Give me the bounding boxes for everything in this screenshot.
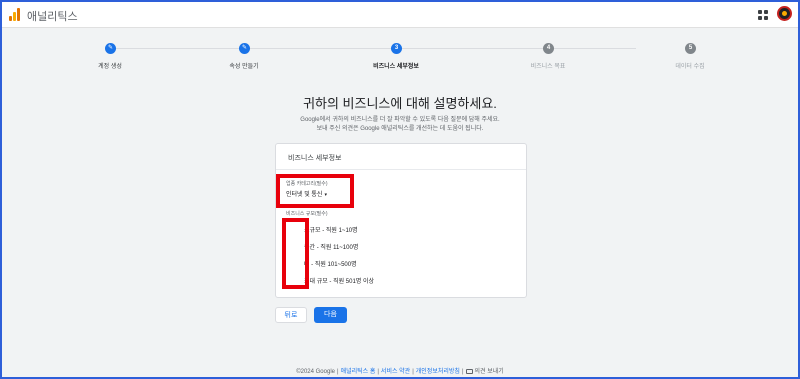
step-4-icon: 4 — [543, 43, 554, 54]
business-size-label: 비즈니스 규모(필수) — [286, 211, 328, 217]
footer-home-link[interactable]: 애널리틱스 홈 — [341, 369, 376, 375]
footer-copyright: ©2024 Google — [296, 369, 335, 375]
business-details-card: 비즈니스 세부정보 업종 카테고리(필수) 인터넷 및 통신 ▾ 비즈니스 규모(… — [275, 143, 527, 298]
top-bar: 애널리틱스 — [2, 2, 798, 28]
page-description-line-2: 보내 주신 의견은 Google 애널리틱스를 개선하는 데 도움이 됩니다. — [316, 126, 484, 132]
footer: ©2024 Google | 애널리틱스 홈 | 서비스 약관 | 개인정보처리방침 | 의견 … — [2, 366, 798, 375]
step-5-icon: 5 — [685, 43, 696, 54]
apps-grid-icon[interactable] — [758, 10, 768, 20]
step-4-label: 비즈니스 목표 — [530, 64, 566, 70]
footer-separator: | — [337, 369, 339, 375]
business-size-option-label: 최대 규모 - 직원 501명 이상 — [304, 279, 375, 285]
industry-highlight-box — [276, 174, 354, 208]
footer-terms-link[interactable]: 서비스 약관 — [381, 369, 410, 375]
footer-separator: | — [412, 369, 414, 375]
step-5-label: 데이터 수집 — [675, 64, 705, 70]
step-3-icon[interactable]: 3 — [391, 43, 402, 54]
business-size-option-label: 소규모 - 직원 1~10명 — [304, 228, 358, 234]
app-frame: 애널리틱스 ✎ 계정 생성 ✎ 속성 만들기 3 비즈니스 세부정보 4 비즈니… — [2, 2, 798, 377]
step-2-icon[interactable]: ✎ — [239, 43, 250, 54]
step-1-label: 계정 생성 — [98, 64, 122, 70]
footer-privacy-link[interactable]: 개인정보처리방침 — [416, 369, 460, 375]
avatar[interactable] — [777, 6, 792, 21]
business-size-option-label: 대 - 직원 101~500명 — [304, 262, 357, 268]
stepper-line — [111, 48, 636, 49]
card-divider — [276, 169, 526, 170]
radio-highlight-box — [282, 218, 309, 289]
step-2-label: 속성 만들기 — [229, 64, 259, 70]
page-description-line-1: Google에서 귀하의 비즈니스를 더 잘 파악할 수 있도록 다음 질문에 … — [300, 117, 500, 123]
app-title: 애널리틱스 — [27, 11, 78, 23]
back-button[interactable]: 뒤로 — [275, 307, 307, 323]
step-1-icon[interactable]: ✎ — [105, 43, 116, 54]
business-size-option-label: 중간 - 직원 11~100명 — [304, 245, 359, 251]
footer-separator: | — [377, 369, 379, 375]
analytics-logo-icon[interactable] — [9, 8, 21, 21]
next-button[interactable]: 다음 — [314, 307, 347, 323]
card-title: 비즈니스 세부정보 — [288, 155, 342, 162]
footer-separator: | — [461, 369, 464, 375]
feedback-icon[interactable] — [465, 369, 473, 374]
page-heading: 귀하의 비즈니스에 대해 설명하세요. — [303, 96, 497, 111]
footer-feedback-link[interactable]: 의견 보내기 — [475, 369, 504, 375]
step-3-label: 비즈니스 세부정보 — [373, 64, 419, 70]
